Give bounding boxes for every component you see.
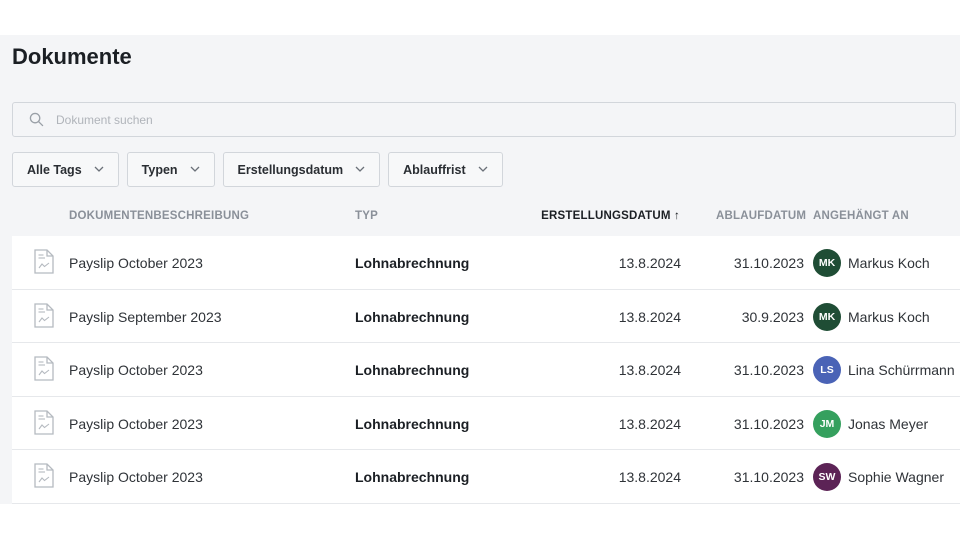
created-date: 13.8.2024: [618, 469, 681, 486]
created-date: 13.8.2024: [618, 255, 681, 271]
document-icon: [34, 356, 54, 381]
table-row[interactable]: Payslip September 2023 Lohnabrechnung 13.8…: [12, 289, 960, 344]
document-type: Lohnabrechnung: [355, 308, 470, 325]
document-icon: [34, 302, 54, 328]
document-type: Lohnabrechnung: [355, 469, 470, 486]
document-description: Payslip October 2023: [69, 362, 203, 379]
column-header-description[interactable]: DOKUMENTENBESCHREIBUNG: [69, 210, 249, 222]
avatar: JM: [813, 409, 841, 438]
avatar: MK: [813, 249, 841, 277]
created-date: 13.8.2024: [618, 362, 681, 379]
avatar: MK: [813, 302, 841, 331]
expiry-date: 31.10.2023: [733, 415, 804, 432]
document-list: Payslip October 2023 Lohnabrechnung 13.8.2…: [12, 236, 960, 504]
search-input[interactable]: [56, 103, 955, 136]
attached-person: Lina Schürrmann: [848, 362, 955, 379]
document-description: Payslip September 2023: [69, 308, 222, 325]
avatar: SW: [813, 463, 841, 492]
expiry-date: 31.10.2023: [733, 362, 804, 379]
search-icon: [29, 112, 44, 127]
filter-bar: Alle Tags Typen Erstellungsdatum Ablauffris…: [12, 152, 511, 187]
attached-person: Markus Koch: [848, 308, 930, 325]
table-row[interactable]: Payslip October 2023 Lohnabrechnung 13.8.2…: [12, 450, 960, 504]
page-title: Dokumente: [12, 44, 132, 69]
chevron-down-icon: [94, 166, 104, 172]
search-bar[interactable]: [12, 102, 956, 137]
table-row[interactable]: Payslip October 2023 Lohnabrechnung 13.8.2…: [12, 343, 960, 397]
table-row[interactable]: Payslip October 2023 Lohnabrechnung 13.8.2…: [12, 236, 960, 290]
document-description: Payslip October 2023: [69, 255, 203, 271]
column-header-type[interactable]: TYP: [355, 210, 378, 222]
created-date: 13.8.2024: [618, 415, 681, 432]
document-type: Lohnabrechnung: [355, 362, 470, 379]
documents-page: Dokumente Alle Tags Typen Erstellungsdatum…: [0, 35, 960, 504]
table-header: DOKUMENTENBESCHREIBUNG TYP ERSTELLUNGSDA…: [0, 210, 960, 224]
expiry-date: 31.10.2023: [733, 469, 804, 486]
filter-dropdown[interactable]: Alle Tags: [12, 152, 119, 187]
created-date: 13.8.2024: [618, 308, 681, 325]
sort-ascending-icon: ↑: [674, 210, 680, 222]
table-row[interactable]: Payslip October 2023 Lohnabrechnung 13.8.2…: [12, 396, 960, 451]
column-header-created-label: ERSTELLUNGSDATUM: [541, 210, 671, 222]
filter-dropdown[interactable]: Erstellungsdatum: [222, 152, 381, 187]
column-header-attached[interactable]: ANGEHÄNGT AN: [813, 210, 909, 222]
document-type: Lohnabrechnung: [355, 415, 470, 432]
column-header-created[interactable]: ERSTELLUNGSDATUM ↑: [541, 210, 680, 222]
document-description: Payslip October 2023: [69, 415, 203, 432]
filter-label: Typen: [141, 162, 178, 177]
chevron-down-icon: [478, 166, 488, 172]
filter-label: Alle Tags: [27, 162, 82, 177]
expiry-date: 31.10.2023: [733, 255, 804, 271]
chevron-down-icon: [190, 166, 200, 172]
attached-person: Jonas Meyer: [848, 415, 929, 432]
document-icon: [34, 463, 54, 489]
filter-dropdown[interactable]: Typen: [126, 152, 215, 187]
document-icon: [34, 249, 54, 274]
document-type: Lohnabrechnung: [355, 255, 470, 271]
filter-dropdown[interactable]: Ablauffrist: [388, 152, 503, 187]
avatar: LS: [813, 356, 841, 385]
column-header-expiry[interactable]: ABLAUFDATUM: [716, 210, 806, 222]
attached-person: Markus Koch: [848, 255, 930, 271]
attached-person: Sophie Wagner: [848, 469, 944, 486]
filter-label: Erstellungsdatum: [237, 162, 344, 177]
document-description: Payslip October 2023: [69, 469, 203, 486]
document-icon: [34, 410, 54, 435]
chevron-down-icon: [355, 166, 365, 172]
filter-label: Ablauffrist: [403, 162, 466, 177]
expiry-date: 30.9.2023: [741, 308, 804, 325]
